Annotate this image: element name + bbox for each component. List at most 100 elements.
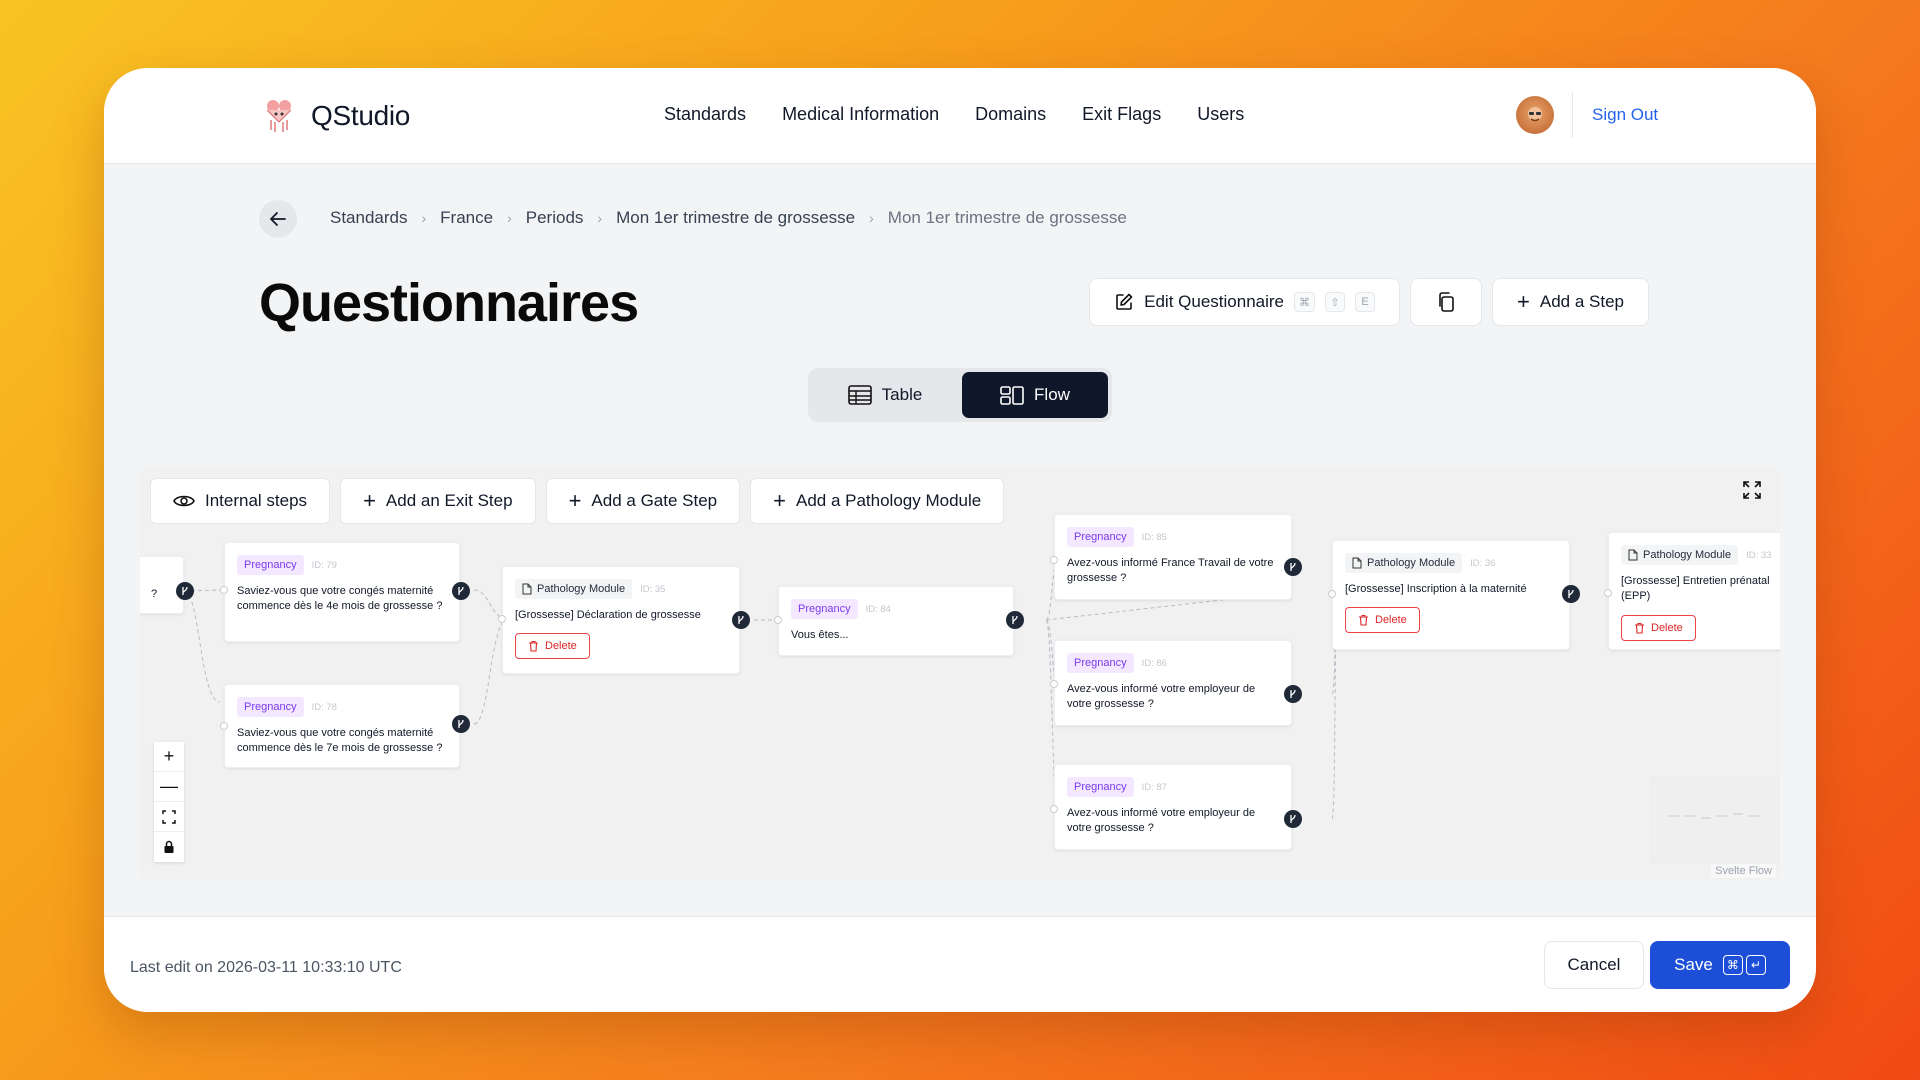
fullscreen-icon[interactable] (1742, 480, 1762, 505)
app-logo[interactable]: QStudio (259, 96, 410, 136)
minimap-preview (1669, 813, 1759, 819)
add-exit-step-button[interactable]: + Add an Exit Step (340, 478, 536, 524)
table-icon (847, 385, 872, 405)
flow-node-35[interactable]: Pathology Module ID: 35 [Grossesse] Décl… (502, 566, 740, 674)
document-icon (1628, 549, 1638, 561)
branch-handle-icon[interactable] (1284, 810, 1302, 828)
kbd-command: ⌘ (1722, 955, 1743, 975)
module-tag: Pathology Module (1345, 553, 1463, 573)
target-handle[interactable] (774, 616, 782, 624)
target-handle[interactable] (1050, 680, 1058, 688)
last-edit-timestamp: Last edit on 2026-03-11 10:33:10 UTC (130, 959, 402, 976)
fit-view-icon[interactable] (154, 802, 184, 832)
flow-node-78[interactable]: Pregnancy ID: 78 Saviez-vous que votre co… (224, 684, 460, 768)
flow-node-84[interactable]: Pregnancy ID: 84 Vous êtes... (778, 586, 1014, 656)
nav-users[interactable]: Users (1197, 104, 1244, 125)
top-navigation-bar: QStudio Standards Medical Information Do… (104, 68, 1816, 164)
internal-steps-toggle[interactable]: Internal steps (150, 478, 331, 524)
sign-out-link[interactable]: Sign Out (1592, 105, 1658, 125)
flow-canvas[interactable]: Internal steps + Add an Exit Step + Add … (140, 468, 1780, 880)
step-type-tag: Pregnancy (1067, 527, 1134, 547)
step-question: Saviez-vous que votre congés maternité c… (237, 727, 443, 755)
delete-button[interactable]: Delete (1345, 607, 1420, 634)
flow-node-79[interactable]: Pregnancy ID: 79 Saviez-vous que votre co… (224, 542, 460, 642)
delete-button[interactable]: Delete (1621, 614, 1696, 641)
avatar-face-icon (1528, 107, 1542, 122)
target-handle[interactable] (220, 722, 228, 730)
module-tag-label: Pathology Module (1643, 549, 1732, 561)
add-gate-step-button[interactable]: + Add a Gate Step (545, 478, 741, 524)
edit-questionnaire-button[interactable]: Edit Questionnaire ⌘ ⇧ E (1089, 278, 1401, 326)
branch-handle-icon[interactable] (1284, 558, 1302, 576)
delete-button[interactable]: Delete (515, 633, 590, 660)
flow-minimap[interactable] (1650, 776, 1780, 864)
module-tag-label: Pathology Module (1367, 557, 1456, 569)
branch-handle-icon[interactable] (1006, 611, 1024, 629)
breadcrumb: Standards › France › Periods › Mon 1er t… (330, 208, 1127, 228)
arrow-left-icon (270, 212, 286, 226)
target-handle[interactable] (220, 586, 228, 594)
branch-handle-icon[interactable] (732, 611, 750, 629)
target-handle[interactable] (1050, 556, 1058, 564)
flow-view-option[interactable]: Flow (962, 372, 1108, 418)
target-handle[interactable] (1050, 805, 1058, 813)
zoom-out-icon[interactable]: — (154, 772, 184, 802)
delete-label: Delete (1375, 614, 1407, 627)
step-type-tag: Pregnancy (237, 697, 304, 717)
step-question: Avez-vous informé votre employeur de vot… (1067, 683, 1256, 711)
breadcrumb-period[interactable]: Mon 1er trimestre de grossesse (616, 208, 855, 228)
target-handle[interactable] (498, 615, 506, 623)
cancel-button[interactable]: Cancel (1544, 941, 1644, 989)
zoom-controls: + — (154, 742, 184, 862)
module-tag: Pathology Module (515, 579, 633, 599)
user-avatar[interactable] (1516, 96, 1554, 134)
flow-node-85[interactable]: Pregnancy ID: 85 Avez-vous informé France… (1054, 514, 1292, 600)
table-view-option[interactable]: Table (812, 372, 958, 418)
branch-handle-icon[interactable] (1284, 685, 1302, 703)
app-window: QStudio Standards Medical Information Do… (104, 68, 1816, 1012)
save-label: Save (1674, 955, 1713, 974)
eye-icon (173, 495, 195, 507)
delete-label: Delete (545, 640, 577, 653)
flow-node-86[interactable]: Pregnancy ID: 86 Avez-vous informé votre … (1054, 640, 1292, 726)
page-title: Questionnaires (259, 273, 639, 333)
nav-medical-information[interactable]: Medical Information (782, 104, 939, 125)
branch-handle-icon[interactable] (452, 715, 470, 733)
step-id: ID: 36 (1470, 557, 1496, 569)
step-id: ID: 87 (1141, 781, 1167, 793)
nav-exit-flags[interactable]: Exit Flags (1082, 104, 1161, 125)
pencil-square-icon (1116, 293, 1133, 310)
zoom-in-icon[interactable]: + (154, 742, 184, 772)
module-title: [Grossesse] Déclaration de grossesse (515, 609, 701, 621)
target-handle[interactable] (1604, 589, 1612, 597)
copy-button[interactable] (1410, 278, 1483, 326)
flow-node-36[interactable]: Pathology Module ID: 36 [Grossesse] Insc… (1332, 540, 1570, 650)
branch-handle-icon[interactable] (1562, 585, 1580, 603)
step-id: ID: 84 (865, 603, 891, 615)
add-pathology-module-button[interactable]: + Add a Pathology Module (750, 478, 1005, 524)
breadcrumb-france[interactable]: France (440, 208, 493, 228)
chevron-right-icon: › (421, 210, 427, 226)
kbd-command: ⌘ (1294, 292, 1316, 312)
lock-icon[interactable] (154, 832, 184, 862)
back-button[interactable] (259, 200, 297, 238)
module-tag-label: Pathology Module (537, 583, 626, 595)
target-handle[interactable] (1328, 590, 1336, 598)
flow-node-33[interactable]: Pathology Module ID: 33 [Grossesse] Entr… (1608, 532, 1780, 650)
footer-bar: Last edit on 2026-03-11 10:33:10 UTC Can… (104, 916, 1816, 1012)
plus-icon: + (773, 488, 786, 513)
kbd-e: E (1355, 292, 1376, 312)
branch-handle-icon[interactable] (452, 582, 470, 600)
svelte-flow-attribution[interactable]: Svelte Flow (1711, 864, 1776, 878)
nav-domains[interactable]: Domains (975, 104, 1046, 125)
nav-standards[interactable]: Standards (664, 104, 746, 125)
breadcrumb-standards[interactable]: Standards (330, 208, 408, 228)
step-type-tag: Pregnancy (1067, 653, 1134, 673)
step-type-tag: Pregnancy (237, 555, 304, 575)
branch-handle-icon[interactable] (176, 582, 194, 600)
flow-node-87[interactable]: Pregnancy ID: 87 Avez-vous informé votre … (1054, 764, 1292, 850)
add-step-button[interactable]: + Add a Step (1492, 278, 1649, 326)
plus-icon: + (363, 488, 376, 513)
save-button[interactable]: Save ⌘ ↵ (1650, 941, 1790, 989)
breadcrumb-periods[interactable]: Periods (526, 208, 584, 228)
